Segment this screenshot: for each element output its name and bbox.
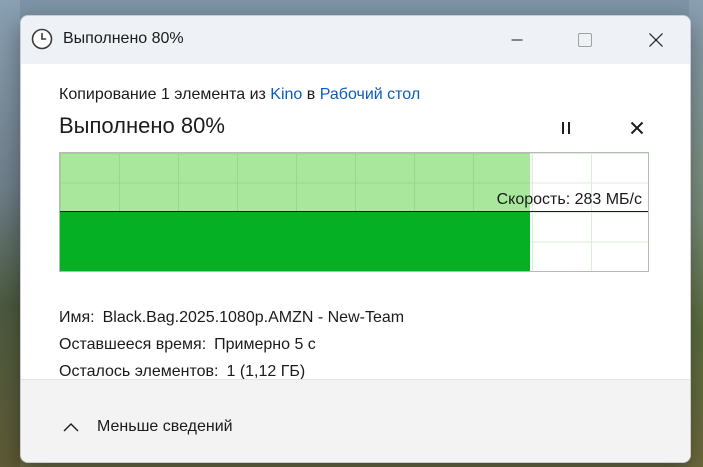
copy-description: Копирование 1 элемента из Kino в Рабочий…: [59, 86, 420, 104]
maximize-button[interactable]: [562, 16, 608, 64]
window-title: Выполнено 80%: [63, 30, 184, 47]
speed-label: Скорость: 283 МБ/с: [496, 191, 642, 208]
graph-speed-area: [60, 212, 530, 271]
fewer-details-button[interactable]: Меньше сведений: [61, 418, 233, 436]
chevron-up-icon: [63, 423, 79, 432]
destination-link[interactable]: Рабочий стол: [320, 86, 420, 103]
detail-time-key: Оставшееся время:: [59, 336, 207, 353]
title-bar[interactable]: Выполнено 80%: [21, 16, 690, 64]
pause-icon: [562, 122, 570, 134]
detail-items-value: 1 (1,12 ГБ): [226, 363, 306, 380]
progress-heading: Выполнено 80%: [59, 113, 225, 138]
source-link[interactable]: Kino: [270, 86, 302, 103]
maximize-icon: [578, 33, 592, 47]
copy-prefix: Копирование 1 элемента из: [59, 86, 266, 103]
dialog-footer: Меньше сведений: [21, 379, 690, 462]
detail-name-value: Black.Bag.2025.1080p.AMZN - New-Team: [102, 309, 405, 326]
detail-time-row: Оставшееся время: Примерно 5 с: [59, 335, 404, 362]
transfer-speed-graph: Скорость: 283 МБ/с: [59, 152, 649, 272]
copy-progress-dialog: Выполнено 80% Копирование 1 элемента из …: [20, 15, 691, 463]
clock-icon: [31, 28, 53, 50]
close-button[interactable]: [633, 16, 679, 64]
copy-connector: в: [306, 86, 316, 103]
graph-speed-line: [60, 211, 648, 212]
details-list: Имя: Black.Bag.2025.1080p.AMZN - New-Team…: [59, 308, 404, 389]
desktop-background-left: [0, 0, 20, 467]
fewer-details-label: Меньше сведений: [97, 418, 233, 435]
detail-name-row: Имя: Black.Bag.2025.1080p.AMZN - New-Team: [59, 308, 404, 335]
cancel-icon: [630, 121, 644, 135]
dialog-content: Копирование 1 элемента из Kino в Рабочий…: [21, 64, 690, 380]
detail-time-value: Примерно 5 с: [214, 336, 316, 353]
minimize-icon: [511, 39, 523, 41]
detail-items-key: Осталось элементов:: [59, 363, 219, 380]
pause-button[interactable]: [554, 116, 578, 140]
minimize-button[interactable]: [494, 16, 540, 64]
desktop-background-right: [689, 0, 703, 467]
cancel-button[interactable]: [625, 116, 649, 140]
close-icon: [649, 33, 663, 47]
detail-name-key: Имя:: [59, 309, 95, 326]
